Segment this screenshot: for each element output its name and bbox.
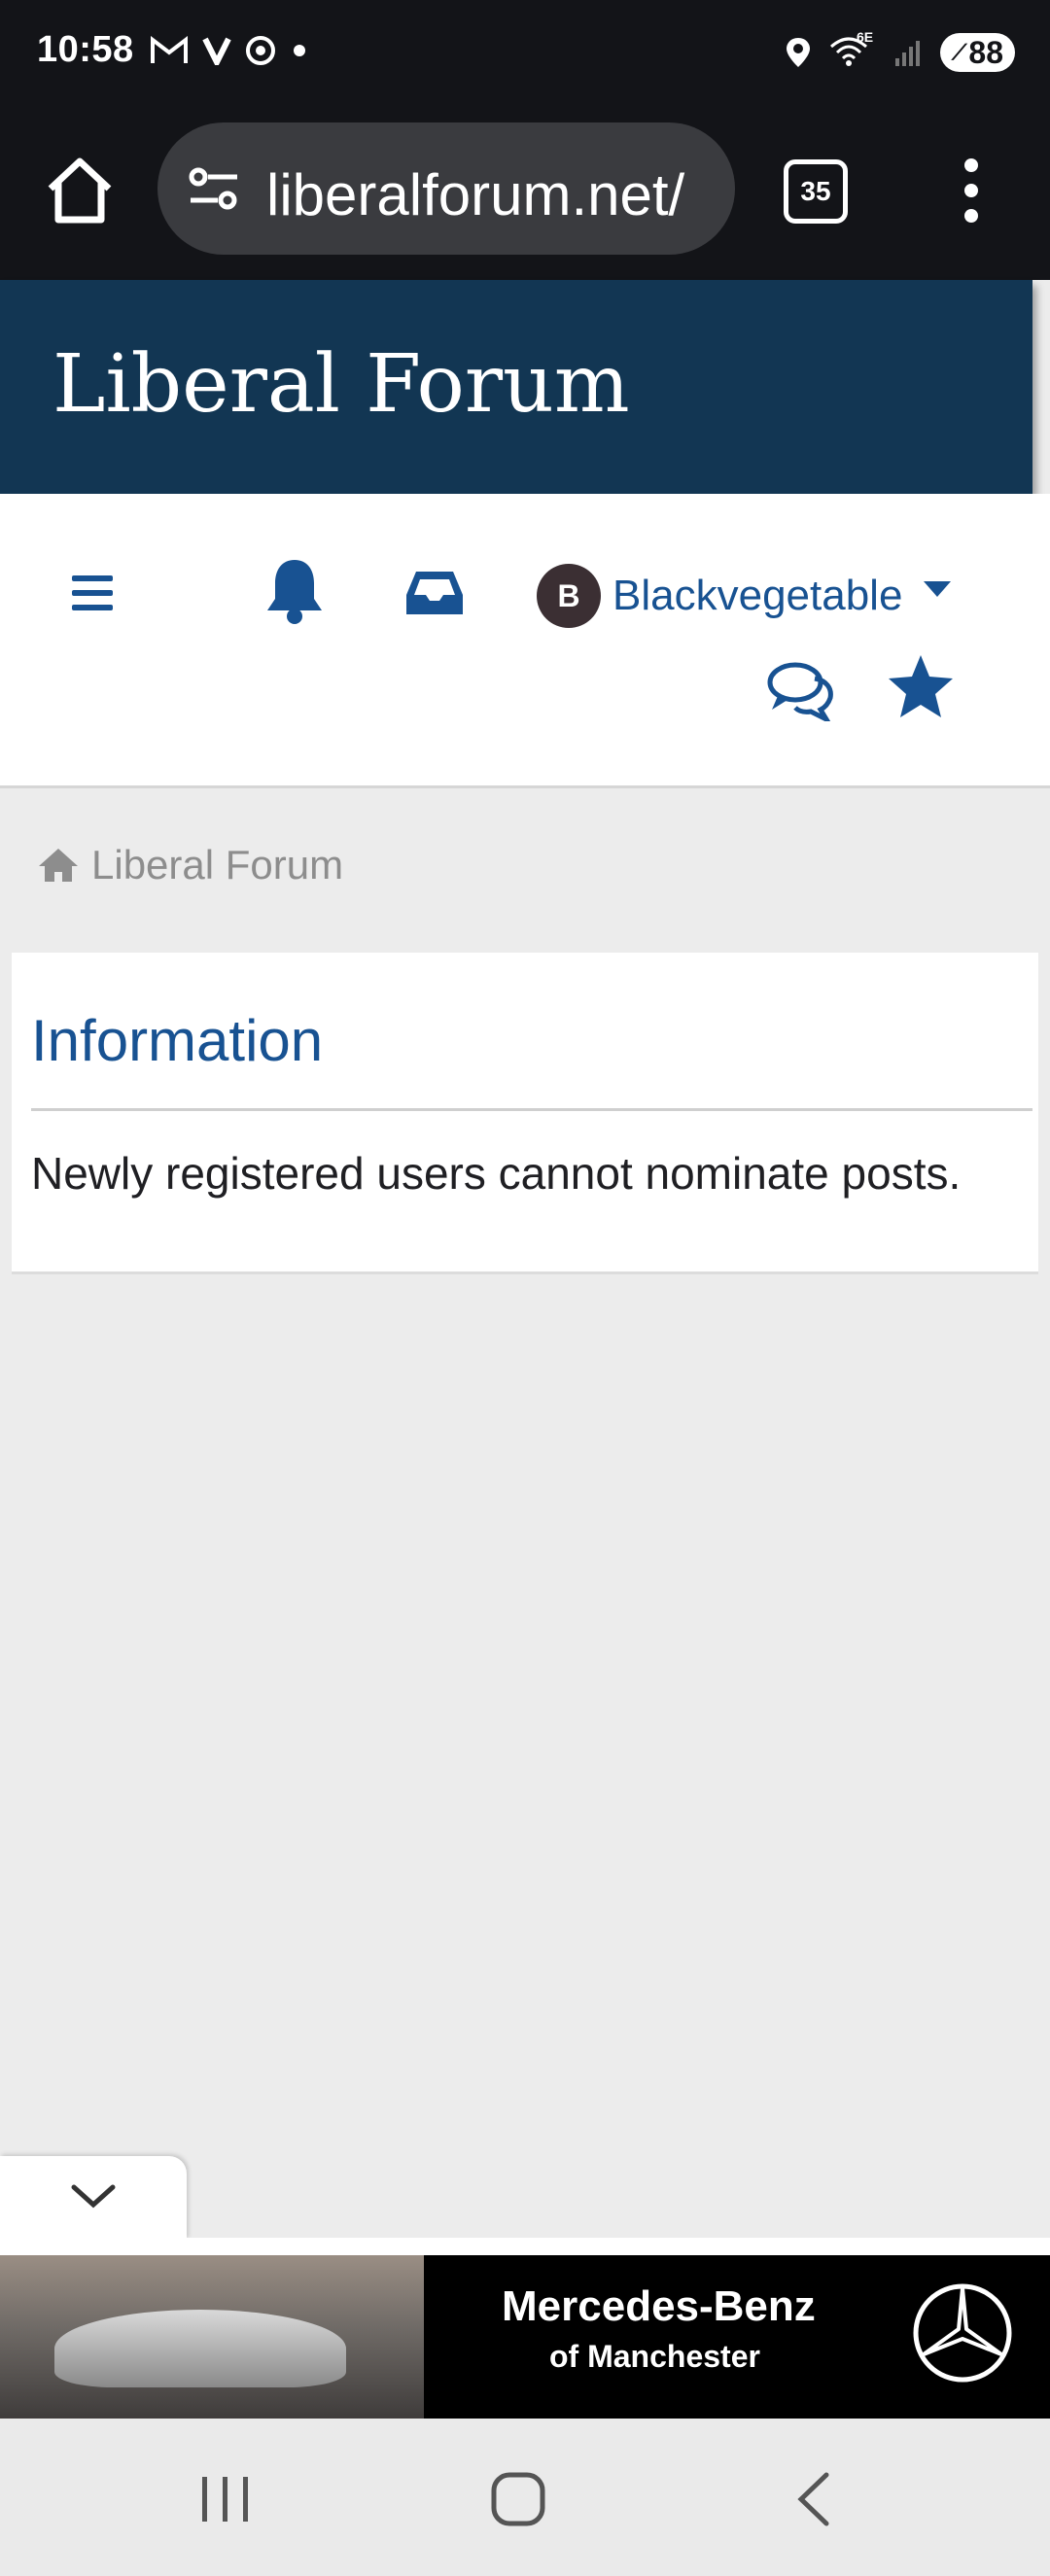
recents-icon[interactable] [198,2475,253,2524]
bell-icon[interactable] [262,556,327,626]
url-text[interactable]: liberalforum.net/ [266,161,723,228]
inbox-icon[interactable] [404,568,465,618]
signal-icon [895,41,920,66]
conversations-icon[interactable] [766,659,836,721]
info-message: Newly registered users cannot nominate p… [31,1148,962,1199]
battery-icon: ⟋ 88 [940,33,1015,72]
gmail-icon [151,36,188,63]
tab-switcher-button[interactable]: 35 [784,159,848,224]
wifi-6e-icon: 6E [829,29,876,70]
info-card: Information Newly registered users canno… [12,953,1038,1274]
location-icon [787,38,810,67]
ad-car-image[interactable] [0,2255,424,2419]
chrome-icon [246,36,275,65]
star-icon[interactable] [887,653,955,719]
username-link[interactable]: Blackvegetable [612,572,902,620]
address-bar[interactable]: liberalforum.net/ [158,122,735,255]
wifi-label: 6E [857,29,874,45]
avatar[interactable]: B [537,564,601,628]
battery-saver-icon: ⟋ [952,40,967,64]
ad-banner[interactable]: Mercedes-Benz of Manchester [0,2255,1050,2419]
hamburger-menu-icon[interactable] [72,575,113,610]
back-icon[interactable] [793,2471,832,2527]
home-icon[interactable] [43,154,117,227]
chevron-down-icon[interactable] [924,581,951,599]
ad-subline[interactable]: of Manchester [549,2339,760,2375]
status-bar: 10:58 6E ⟋ 88 [0,0,1050,115]
home-nav-icon[interactable] [490,2471,546,2527]
system-nav-bar [0,2419,1050,2576]
dot-icon [294,45,305,56]
notification-icons [150,35,309,66]
site-settings-icon[interactable] [187,165,241,212]
info-divider [31,1108,1032,1111]
forum-title[interactable]: Liberal Forum [52,338,630,431]
ad-collapse-button[interactable] [0,2156,187,2240]
browser-toolbar: liberalforum.net/ 35 [0,115,1050,280]
system-icons: 6E ⟋ 88 [785,29,1015,72]
more-options-icon[interactable] [957,157,986,224]
breadcrumb[interactable]: Liberal Forum [37,842,343,888]
battery-level: 88 [968,34,1003,70]
breadcrumb-label[interactable]: Liberal Forum [91,842,343,888]
status-time: 10:58 [37,29,134,70]
ad-brand[interactable]: Mercedes-Benz [502,2282,816,2331]
v-icon [202,37,231,65]
home-icon [39,849,78,882]
car-shape [54,2310,346,2387]
info-title: Information [31,1008,324,1073]
ad-strip-divider [0,2238,1050,2255]
forum-nav: B Blackvegetable [0,494,1050,788]
forum-header: Liberal Forum [0,280,1032,494]
chevron-down-icon[interactable] [70,2183,117,2210]
mercedes-star-icon [913,2283,1012,2383]
